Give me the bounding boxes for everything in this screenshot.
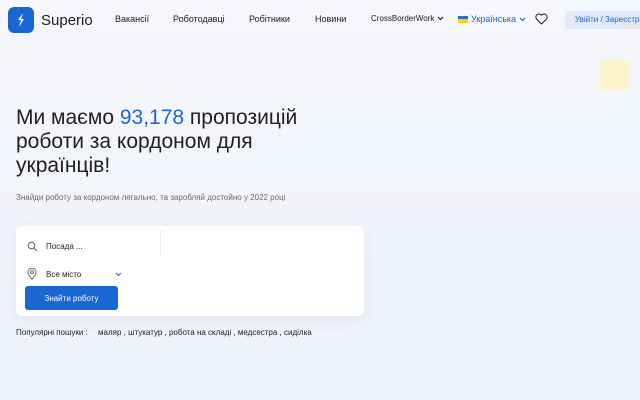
keyword-input[interactable]: Посада ...: [46, 242, 83, 251]
search-icon: [26, 240, 38, 252]
chevron-down-icon[interactable]: [115, 270, 122, 279]
job-count: 93,178: [119, 106, 185, 129]
logo-icon: [8, 7, 34, 33]
map-pin-icon: [26, 268, 38, 280]
site-header: Superio Вакансії Роботодавці Робітники Н…: [0, 0, 640, 40]
ukraine-flag-icon: [458, 15, 468, 23]
heart-icon[interactable]: [535, 12, 548, 30]
job-search-form: Посада ... Все місто Знайти роботу: [16, 226, 364, 316]
nav-item-vacancies[interactable]: Вакансії: [115, 14, 149, 24]
page-title: Ми маємо 93,178 пропозицій роботи за кор…: [16, 106, 336, 178]
language-selector[interactable]: Українська: [458, 14, 526, 24]
find-job-button[interactable]: Знайти роботу: [25, 286, 118, 310]
chevron-down-icon: [519, 14, 526, 24]
nav-item-workers[interactable]: Робітники: [249, 14, 290, 24]
brand-logo[interactable]: Superio: [8, 7, 93, 33]
nav-item-news[interactable]: Новини: [315, 14, 346, 24]
keyword-field[interactable]: Посада ...: [26, 236, 83, 256]
field-divider: [160, 230, 161, 256]
popular-searches-label: Популярні пошуки :: [16, 328, 88, 337]
brand-name: Superio: [41, 11, 93, 29]
hero-title-lead: Ми маємо: [16, 106, 120, 129]
location-select-value[interactable]: Все місто: [46, 270, 81, 279]
popular-searches-links[interactable]: маляр , штукатур , робота на складі , ме…: [98, 328, 312, 337]
login-register-button[interactable]: Увійти / Зареєстр: [565, 11, 640, 29]
nav-dropdown-label: CrossBorderWork: [371, 14, 435, 23]
nav-dropdown-crossborderwork[interactable]: CrossBorderWork: [371, 14, 444, 23]
language-label: Українська: [471, 14, 517, 24]
nav-item-employers[interactable]: Роботодавці: [173, 14, 225, 24]
hero-subtitle: Знайди роботу за кордоном легально, та з…: [16, 193, 286, 202]
chevron-down-icon: [437, 14, 444, 23]
location-field[interactable]: Все місто: [26, 264, 122, 284]
decorative-shape: [600, 60, 630, 90]
